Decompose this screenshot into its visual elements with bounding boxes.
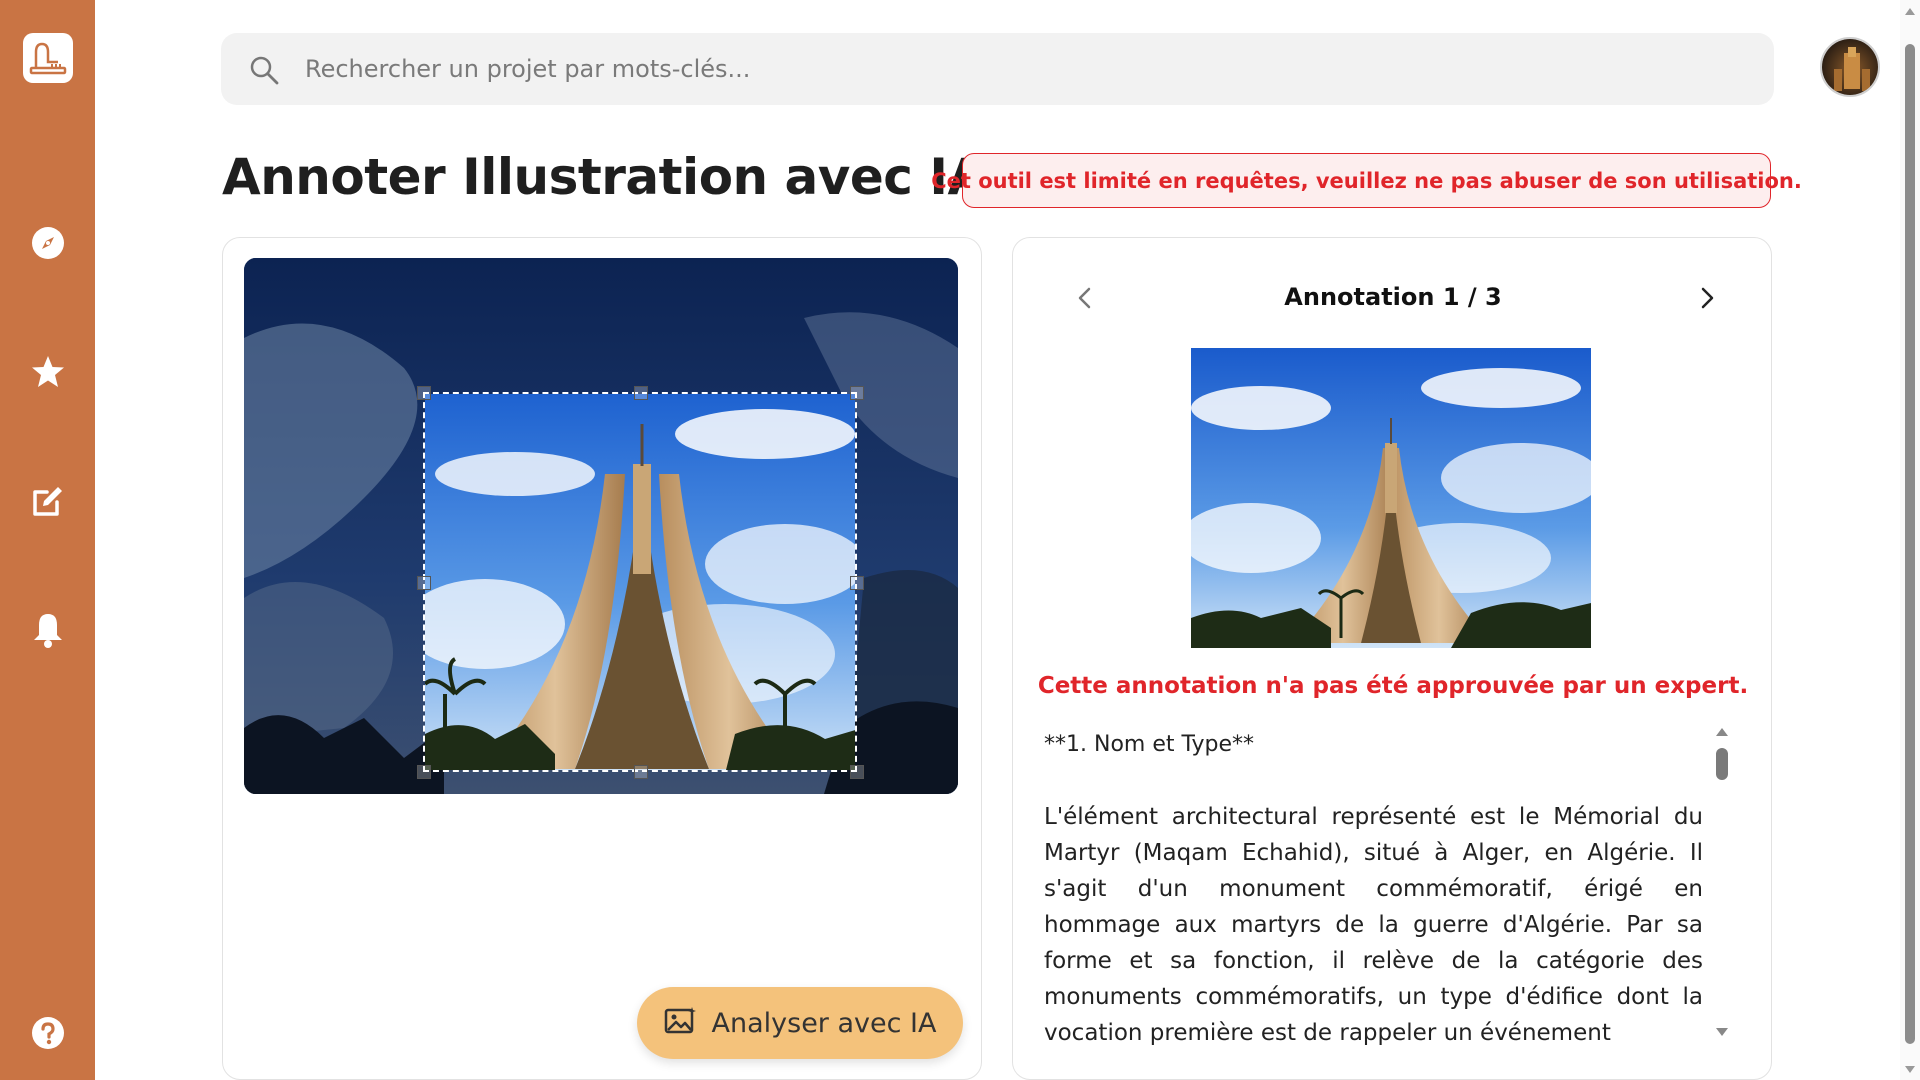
image-editor-card: Analyser avec IA — [222, 237, 982, 1080]
crop-handle-top[interactable] — [634, 386, 648, 400]
page-title: Annoter Illustration avec IA — [222, 148, 986, 206]
crop-handle-bottom-right[interactable] — [850, 765, 864, 779]
app-logo-icon[interactable] — [23, 33, 73, 83]
crop-handle-bottom[interactable] — [634, 765, 648, 779]
sidebar — [0, 0, 95, 1080]
scrollbar-thumb[interactable] — [1716, 748, 1728, 780]
search-icon — [249, 55, 279, 89]
avatar[interactable] — [1820, 37, 1880, 97]
edit-icon[interactable] — [22, 475, 74, 527]
help-icon[interactable] — [22, 1007, 74, 1059]
approval-status: Cette annotation n'a pas été approuvée p… — [1037, 673, 1749, 699]
source-image[interactable] — [244, 258, 958, 794]
search-bar — [221, 33, 1774, 105]
crop-handle-top-left[interactable] — [417, 386, 431, 400]
rate-limit-warning: Cet outil est limité en requêtes, veuill… — [931, 153, 1802, 208]
crop-handle-left[interactable] — [417, 576, 431, 590]
analyze-with-ai-button[interactable]: Analyser avec IA — [637, 987, 963, 1059]
chevron-right-icon — [1701, 287, 1714, 309]
page-scrollbar[interactable] — [1900, 0, 1920, 1080]
scroll-up-icon[interactable] — [1716, 728, 1728, 736]
annotation-counter: Annotation 1 / 3 — [1284, 283, 1502, 311]
scroll-up-icon[interactable] — [1905, 8, 1915, 15]
crop-handle-bottom-left[interactable] — [417, 765, 431, 779]
image-ai-icon — [664, 1005, 698, 1042]
scrollbar-thumb[interactable] — [1905, 44, 1915, 1044]
annotation-thumbnail — [1191, 348, 1591, 648]
search-input[interactable] — [305, 33, 1745, 105]
crop-selection[interactable] — [417, 386, 864, 779]
crop-handle-right[interactable] — [850, 576, 864, 590]
annotation-body: L'élément architectural représenté est l… — [1044, 804, 1703, 1046]
annotation-scrollbar[interactable] — [1713, 728, 1731, 1040]
crop-handle-top-right[interactable] — [850, 386, 864, 400]
next-annotation-button[interactable] — [1687, 278, 1727, 318]
star-icon[interactable] — [22, 346, 74, 398]
annotation-card: Annotation 1 / 3 Cette annotation n'a pa… — [1012, 237, 1772, 1080]
bell-icon[interactable] — [22, 604, 74, 656]
annotation-text[interactable]: **1. Nom et Type** L'élément architectur… — [1044, 718, 1734, 1048]
compass-icon[interactable] — [22, 217, 74, 269]
analyze-button-label: Analyser avec IA — [711, 1007, 937, 1039]
scroll-down-icon[interactable] — [1716, 1028, 1728, 1036]
scroll-down-icon[interactable] — [1905, 1066, 1915, 1073]
annotation-heading: **1. Nom et Type** — [1044, 732, 1255, 757]
